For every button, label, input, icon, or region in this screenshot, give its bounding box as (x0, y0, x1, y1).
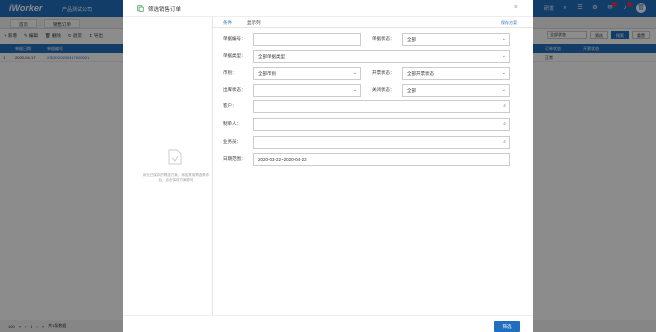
close-icon[interactable]: × (514, 4, 518, 11)
chevron-down-icon: ⌄ (352, 87, 357, 93)
currency-label: 币别： (223, 70, 237, 75)
dialog-header: 筛选销售订单 × (123, 0, 533, 17)
doc-type-label: 单据类型： (223, 53, 246, 58)
doc-type-value: 全部单据类型 (258, 54, 285, 59)
invoice-status-select[interactable]: 全部开票状态 ⌄ (402, 67, 510, 80)
doc-no-input[interactable] (253, 33, 361, 46)
doc-status-label: 单据状态： (372, 36, 395, 41)
doc-type-select[interactable]: 全部单据类型 ⌄ (253, 50, 510, 63)
salesperson-label: 业务员： (223, 139, 241, 144)
filter-doc-icon (137, 5, 144, 12)
outbound-status-label: 出库状态： (223, 87, 246, 92)
save-scheme-link[interactable]: 保存方案 (501, 20, 517, 26)
dialog-subtabs: 条件 显示列 保存方案 (213, 17, 533, 28)
doc-status-select[interactable]: 全部 ⌄ (402, 33, 510, 46)
empty-state-text: 尚无已保存的筛选方案，添加常用筛选条件后，点击保存方案即可 (142, 173, 210, 182)
invoice-status-label: 开票状态： (372, 70, 395, 75)
tab-conditions[interactable]: 条件 (223, 20, 232, 26)
date-range-label: 日期范围： (223, 156, 246, 161)
dialog-title: 筛选销售订单 (148, 7, 182, 13)
search-icon[interactable]: ⌕ (503, 119, 506, 130)
saved-schemes-pane: 尚无已保存的筛选方案，添加常用筛选条件后，点击保存方案即可 (123, 17, 213, 315)
creator-label: 制单人： (223, 121, 241, 126)
doc-status-value: 全部 (407, 37, 416, 42)
chevron-down-icon: ⌄ (501, 87, 506, 93)
tab-display-columns[interactable]: 显示列 (247, 20, 261, 26)
currency-value: 全部币别 (258, 71, 276, 76)
filter-submit-button[interactable]: 筛选 (494, 321, 520, 332)
doc-no-label: 单据编号： (223, 36, 246, 41)
invoice-status-value: 全部开票状态 (407, 71, 434, 76)
salesperson-input[interactable]: ⌕ (253, 136, 510, 149)
close-status-value: 全部 (407, 88, 416, 93)
chevron-down-icon: ⌄ (501, 70, 506, 76)
close-status-label: 关闭状态： (372, 87, 395, 92)
chevron-down-icon: ⌄ (501, 36, 506, 42)
filter-dialog: 筛选销售订单 × 尚无已保存的筛选方案，添加常用筛选条件后，点击保存方案即可 条… (123, 0, 533, 332)
dialog-footer: 筛选 (123, 315, 533, 332)
currency-select[interactable]: 全部币别 ⌄ (253, 67, 361, 80)
chevron-down-icon: ⌄ (352, 70, 357, 76)
search-icon[interactable]: ⌕ (503, 137, 506, 148)
chevron-down-icon: ⌄ (501, 53, 506, 59)
empty-doc-icon (168, 149, 182, 165)
customer-label: 客户： (223, 103, 237, 108)
date-range-input[interactable]: 2020-03-22~2020-04-22 (253, 153, 510, 166)
date-range-value: 2020-03-22~2020-04-22 (258, 157, 307, 162)
outbound-status-select[interactable]: ⌄ (253, 84, 361, 97)
customer-input[interactable]: ⌕ (253, 100, 510, 113)
creator-input[interactable]: ⌕ (253, 118, 510, 131)
close-status-select[interactable]: 全部 ⌄ (402, 84, 510, 97)
search-icon[interactable]: ⌕ (503, 101, 506, 112)
